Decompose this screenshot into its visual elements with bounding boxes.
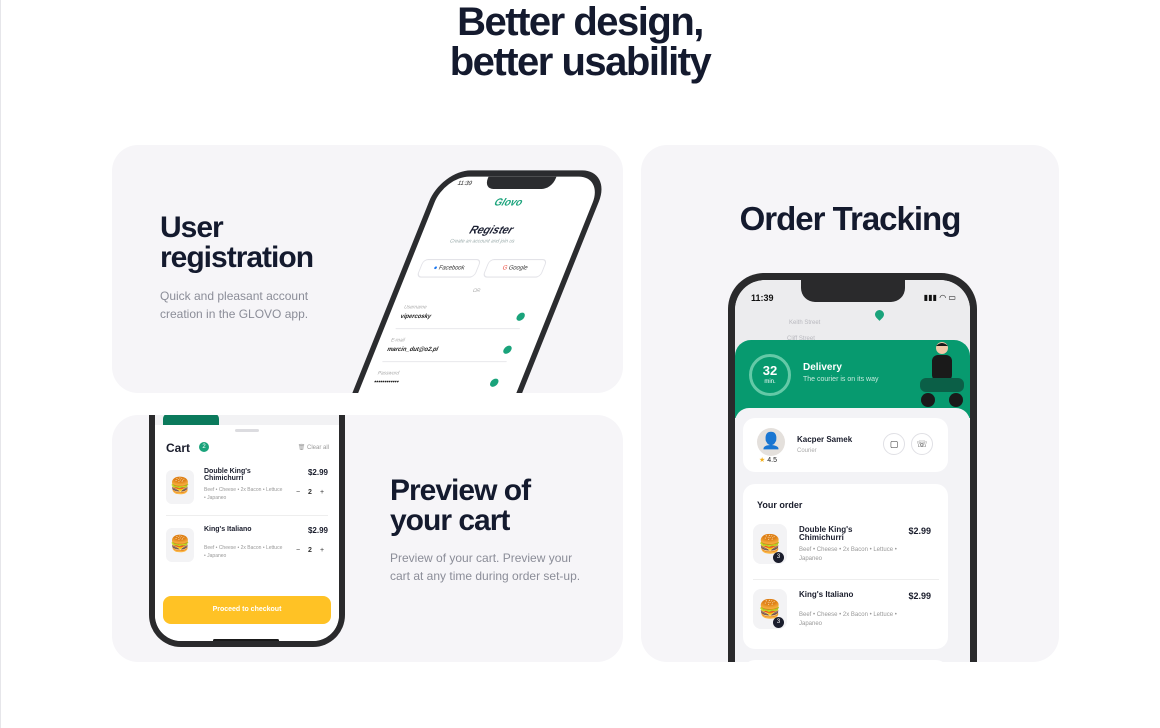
cart-phone-screen: Cart 2 🗑 Clear all 🍔 Double King's Chimi… [155, 415, 339, 641]
avatar: 👤 [757, 428, 785, 456]
delivery-subtitle: The courier is on its way [803, 376, 879, 383]
location-pin-icon [873, 308, 886, 321]
burger-icon: 🍔 [166, 528, 194, 562]
username-field[interactable]: Username vipercosky [395, 302, 531, 330]
trash-icon: 🗑 [297, 445, 307, 451]
register-subheading: Create an account and join us [448, 238, 516, 245]
cart-phone-mockup: Cart 2 🗑 Clear all 🍔 Double King's Chimi… [149, 415, 345, 647]
or-divider: OR [471, 287, 482, 295]
facebook-button[interactable]: ● Facebook [416, 259, 482, 278]
google-button[interactable]: G Google [482, 259, 548, 278]
cart-sheet: Cart 2 🗑 Clear all 🍔 Double King's Chimi… [155, 425, 339, 641]
clear-all-button[interactable]: 🗑 Clear all [298, 444, 329, 451]
page-headline: Better design, better usability [0, 2, 1160, 82]
quantity-stepper: − 2 + [292, 545, 328, 557]
cart-title: Cart [166, 441, 191, 455]
cart-topbar [155, 415, 339, 425]
headline-line-1: Better design, [457, 0, 704, 44]
divider [753, 579, 939, 580]
cart-section-title: Preview of your cart [390, 474, 531, 537]
tracking-phone-screen: Keith Street Cliff Street 11:39 ▮▮▮ ◠ ▭ … [735, 280, 970, 662]
cart-card: Cart 2 🗑 Clear all 🍔 Double King's Chimi… [112, 415, 623, 662]
status-time: 11:39 [751, 293, 774, 303]
check-icon [501, 345, 514, 354]
cart-item: 🍔 Double King's Chimichurri Beef • Chees… [166, 468, 328, 518]
order-tracking-title: Order Tracking [739, 200, 962, 237]
phone-notch [801, 280, 905, 302]
registration-phone-mockup: 11:39 Glovo Register Create an account a… [317, 170, 612, 393]
glovo-logo: Glovo [492, 197, 525, 209]
check-icon [488, 378, 500, 387]
tracking-panel: 👤 ★ 4.5 Kacper Samek Courier ▢ ☏ Your or… [735, 408, 970, 662]
check-icon [515, 312, 527, 321]
status-icons: ▮▮▮ ◠ ▭ [923, 293, 956, 302]
chat-button[interactable]: ▢ [883, 433, 905, 455]
tracking-phone-mockup: Keith Street Cliff Street 11:39 ▮▮▮ ◠ ▭ … [728, 273, 977, 662]
register-heading: Register [467, 223, 516, 237]
courier-card: 👤 ★ 4.5 Kacper Samek Courier ▢ ☏ [743, 418, 948, 472]
next-card-peek [743, 660, 948, 662]
minus-button[interactable]: − [292, 487, 304, 499]
courier-illustration-icon [920, 342, 964, 407]
delivery-banner: 32 min. Delivery The courier is on its w… [735, 340, 970, 418]
email-field[interactable]: E-mail marcin_dut@o2.pl [382, 335, 518, 363]
home-indicator [213, 639, 279, 641]
phone-icon: ☏ [916, 439, 928, 449]
street-label: Keith Street [789, 320, 821, 326]
quantity-badge: 3 [773, 552, 784, 563]
eta-timer: 32 min. [749, 354, 791, 396]
headline-line-2: better usability [449, 40, 712, 84]
delivery-title: Delivery [803, 362, 842, 373]
proceed-to-checkout-button[interactable]: Proceed to checkout [163, 596, 331, 624]
registration-description: Quick and pleasant account creation in t… [160, 289, 309, 321]
quantity-value: 2 [308, 547, 312, 554]
burger-icon: 🍔 [166, 470, 194, 504]
quantity-badge: 3 [773, 617, 784, 628]
your-order-heading: Your order [757, 500, 803, 510]
cart-count-badge: 2 [199, 442, 209, 452]
courier-role: Courier [797, 448, 817, 454]
cart-description: Preview of your cart. Preview your cart … [390, 551, 581, 583]
order-tracking-card: Order Tracking Keith Street Cliff Street… [641, 145, 1059, 662]
password-field[interactable]: Password •••••••••••• [368, 368, 504, 393]
cart-item: 🍔 King's Italiano Beef • Cheese • 2x Bac… [166, 526, 328, 576]
status-time: 11:39 [456, 180, 473, 187]
phone-notch [483, 176, 557, 189]
registration-title: User registration [160, 211, 314, 274]
divider [166, 515, 328, 516]
page-edge [0, 0, 1, 728]
courier-rating: ★ 4.5 [759, 457, 777, 464]
star-icon: ★ [759, 457, 766, 464]
minus-button[interactable]: − [292, 545, 304, 557]
call-button[interactable]: ☏ [911, 433, 933, 455]
quantity-value: 2 [308, 489, 312, 496]
registration-phone-screen: 11:39 Glovo Register Create an account a… [325, 176, 604, 393]
plus-button[interactable]: + [316, 487, 328, 499]
sheet-handle[interactable] [235, 429, 259, 432]
plus-button[interactable]: + [316, 545, 328, 557]
chat-icon: ▢ [889, 439, 899, 449]
order-item: 🍔 3 King's Italiano Beef • Cheese • 2x B… [753, 589, 939, 639]
quantity-stepper: − 2 + [292, 487, 328, 499]
courier-name: Kacper Samek [797, 435, 853, 444]
your-order-card: Your order 🍔 3 Double King's Chimichurri… [743, 484, 948, 649]
registration-card: User registration Quick and pleasant acc… [112, 145, 623, 393]
order-item: 🍔 3 Double King's Chimichurri Beef • Che… [753, 524, 939, 574]
